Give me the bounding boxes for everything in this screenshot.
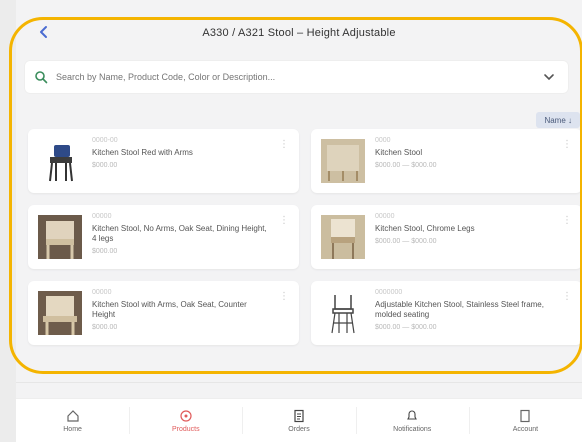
tab-orders[interactable]: Orders (242, 399, 355, 442)
more-options-icon[interactable]: ⋮ (562, 215, 572, 227)
product-code: 0000000 (375, 289, 403, 296)
bottom-nav: Home Products Orders Notifications Accou… (16, 398, 582, 442)
search-bar (24, 60, 569, 94)
product-image (321, 215, 365, 259)
product-card[interactable]: 0000000 Adjustable Kitchen Stool, Stainl… (311, 281, 582, 345)
product-price: $000.00 (92, 248, 118, 255)
product-price: $000.00 (92, 162, 118, 169)
tab-account[interactable]: Account (468, 399, 582, 442)
products-icon (179, 409, 193, 423)
product-image (38, 139, 82, 183)
tab-products[interactable]: Products (129, 399, 242, 442)
product-code: 0000 (375, 137, 391, 144)
product-grid: 0000-00 Kitchen Stool Red with Arms $000… (28, 129, 582, 345)
account-icon (518, 409, 532, 423)
product-card[interactable]: 0000 Kitchen Stool $000.00 — $000.00 ⋮ (311, 129, 582, 193)
product-card[interactable]: 00000 Kitchen Stool, No Arms, Oak Seat, … (28, 205, 299, 269)
home-icon (66, 409, 80, 423)
tab-label: Orders (288, 425, 310, 433)
page-header: A330 / A321 Stool – Height Adjustable (16, 16, 582, 50)
product-image (321, 291, 365, 335)
tab-label: Notifications (393, 425, 432, 433)
notification-icon (405, 409, 419, 423)
page-title: A330 / A321 Stool – Height Adjustable (202, 27, 396, 39)
search-icon[interactable] (34, 70, 48, 84)
product-name: Kitchen Stool, Chrome Legs (375, 224, 475, 233)
search-input[interactable] (54, 71, 541, 83)
sort-button[interactable]: Name ↓ (536, 112, 580, 128)
product-code: 00000 (375, 213, 395, 220)
more-options-icon[interactable]: ⋮ (562, 291, 572, 303)
tab-label: Products (171, 425, 200, 433)
product-code: 0000-00 (92, 137, 118, 144)
tab-home[interactable]: Home (16, 399, 129, 442)
back-arrow-icon[interactable] (36, 24, 52, 40)
product-image (321, 139, 365, 183)
tab-notifications[interactable]: Notifications (355, 399, 469, 442)
product-image (38, 215, 82, 259)
document-icon (292, 409, 306, 423)
product-card[interactable]: 0000-00 Kitchen Stool Red with Arms $000… (28, 129, 299, 193)
tab-label: Account (512, 425, 539, 433)
product-price: $000.00 (92, 324, 118, 331)
product-code: 00000 (92, 213, 112, 220)
product-name: Kitchen Stool with Arms, Oak Seat, Count… (92, 300, 247, 319)
product-code: 00000 (92, 289, 112, 296)
more-options-icon[interactable]: ⋮ (562, 139, 572, 151)
product-card[interactable]: 00000 Kitchen Stool with Arms, Oak Seat,… (28, 281, 299, 345)
product-name: Kitchen Stool Red with Arms (92, 148, 193, 157)
product-card[interactable]: 00000 Kitchen Stool, Chrome Legs $000.00… (311, 205, 582, 269)
product-price: $000.00 — $000.00 (375, 238, 437, 245)
more-options-icon[interactable]: ⋮ (279, 139, 289, 151)
product-price: $000.00 — $000.00 (375, 162, 437, 169)
divider (16, 382, 582, 383)
more-options-icon[interactable]: ⋮ (279, 291, 289, 303)
product-price: $000.00 — $000.00 (375, 324, 437, 331)
product-image (38, 291, 82, 335)
tab-label: Home (63, 425, 82, 433)
product-name: Kitchen Stool, No Arms, Oak Seat, Dining… (92, 224, 267, 243)
product-name: Kitchen Stool (375, 148, 423, 157)
more-options-icon[interactable]: ⋮ (279, 215, 289, 227)
product-name: Adjustable Kitchen Stool, Stainless Stee… (375, 300, 544, 319)
chevron-down-icon[interactable] (541, 69, 557, 85)
